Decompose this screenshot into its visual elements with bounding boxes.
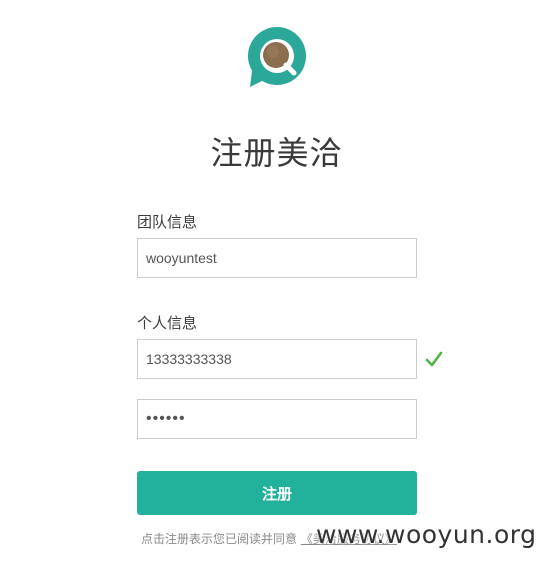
register-page: 注册美洽 团队信息 个人信息 注册 点击注册表示您已阅读并同意 《美洽服务协议》… bbox=[0, 0, 547, 566]
phone-input[interactable] bbox=[137, 339, 417, 379]
personal-info-label: 个人信息 bbox=[137, 314, 198, 332]
password-input[interactable] bbox=[137, 399, 417, 439]
check-icon bbox=[425, 351, 443, 367]
team-name-input[interactable] bbox=[137, 238, 417, 278]
team-info-label: 团队信息 bbox=[137, 213, 198, 231]
agreement-text: 点击注册表示您已阅读并同意 bbox=[141, 532, 298, 546]
meiqia-logo bbox=[248, 27, 306, 87]
register-button[interactable]: 注册 bbox=[137, 471, 417, 515]
watermark: www.wooyun.org bbox=[316, 520, 537, 549]
page-title: 注册美洽 bbox=[210, 134, 343, 172]
